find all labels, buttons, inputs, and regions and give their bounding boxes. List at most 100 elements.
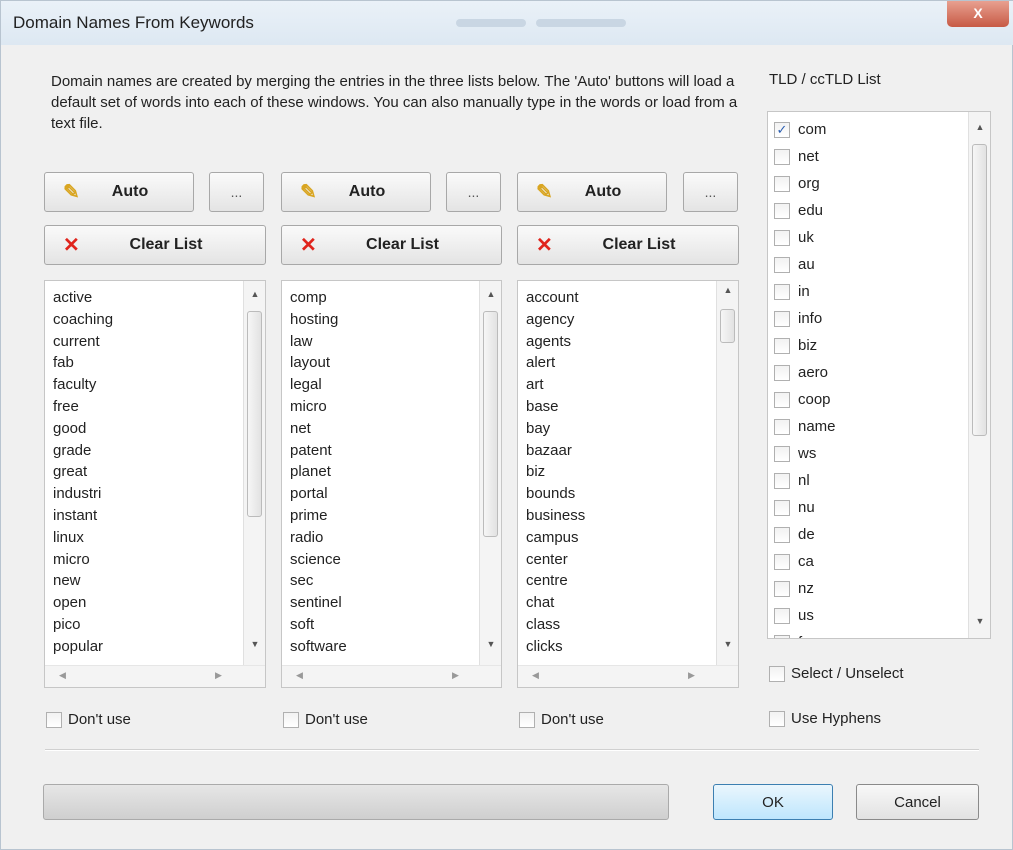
tld-item[interactable]: fr	[774, 629, 990, 638]
keyword-list-2[interactable]: comp hosting law layout legal micro net …	[281, 280, 502, 688]
tld-checkbox[interactable]	[774, 364, 790, 381]
checkbox-box[interactable]	[519, 711, 535, 728]
dont-use-checkbox-1[interactable]: Don't use	[46, 711, 131, 728]
tld-checkbox[interactable]	[774, 256, 790, 273]
list-item[interactable]: instant	[53, 505, 265, 527]
list-item[interactable]: bay	[526, 418, 738, 440]
list-item[interactable]: science	[290, 549, 501, 571]
scroll-left-arrow-icon[interactable]: ◀	[296, 670, 303, 681]
list-item[interactable]: account	[526, 287, 738, 309]
tld-checkbox[interactable]	[774, 337, 790, 354]
scrollbar-thumb[interactable]	[972, 144, 987, 436]
tld-item[interactable]: nz	[774, 575, 990, 602]
list-item[interactable]: open	[53, 592, 265, 614]
list-item[interactable]: faculty	[53, 374, 265, 396]
tld-item[interactable]: ws	[774, 440, 990, 467]
tld-checkbox[interactable]: ✓	[774, 121, 790, 138]
horizontal-scrollbar-2[interactable]: ◀ ▶	[282, 665, 501, 687]
tld-item[interactable]: edu	[774, 197, 990, 224]
dont-use-checkbox-2[interactable]: Don't use	[283, 711, 368, 728]
clear-list-button-2[interactable]: ✕ Clear List	[281, 225, 502, 265]
list-item[interactable]: software	[290, 636, 501, 658]
cancel-button[interactable]: Cancel	[856, 784, 979, 820]
list-item[interactable]: radio	[290, 527, 501, 549]
scroll-left-arrow-icon[interactable]: ◀	[59, 670, 66, 681]
tld-checkbox[interactable]	[774, 499, 790, 516]
scrollbar-thumb[interactable]	[247, 311, 262, 517]
scroll-up-arrow-icon[interactable]: ▲	[969, 122, 990, 132]
use-hyphens-checkbox[interactable]: Use Hyphens	[769, 710, 881, 727]
keyword-list-3[interactable]: account agency agents alert art base bay…	[517, 280, 739, 688]
auto-button-2[interactable]: ✎ Auto	[281, 172, 431, 212]
list-item[interactable]: alert	[526, 352, 738, 374]
tld-item[interactable]: aero	[774, 359, 990, 386]
tld-checkbox[interactable]	[774, 175, 790, 192]
tld-checkbox[interactable]	[774, 580, 790, 597]
vertical-scrollbar-2[interactable]: ▲ ▼	[479, 281, 501, 665]
list-item[interactable]: active	[53, 287, 265, 309]
list-item[interactable]: coaching	[53, 309, 265, 331]
list-item[interactable]: clicks	[526, 636, 738, 658]
scroll-right-arrow-icon[interactable]: ▶	[688, 670, 695, 681]
tld-item[interactable]: org	[774, 170, 990, 197]
list-item[interactable]: popular	[53, 636, 265, 658]
tld-checkbox[interactable]	[774, 310, 790, 327]
tld-item[interactable]: coop	[774, 386, 990, 413]
list-item[interactable]: prime	[290, 505, 501, 527]
list-item[interactable]: soft	[290, 614, 501, 636]
auto-button-3[interactable]: ✎ Auto	[517, 172, 667, 212]
list-item[interactable]: agents	[526, 331, 738, 353]
scroll-left-arrow-icon[interactable]: ◀	[532, 670, 539, 681]
scroll-up-arrow-icon[interactable]: ▲	[480, 289, 501, 299]
list-item[interactable]: legal	[290, 374, 501, 396]
list-item[interactable]: linux	[53, 527, 265, 549]
list-item[interactable]: agency	[526, 309, 738, 331]
list-item[interactable]: chat	[526, 592, 738, 614]
tld-list[interactable]: ✓ com net org edu uk au in info biz aero coop name ws…	[767, 111, 991, 639]
tld-item[interactable]: net	[774, 143, 990, 170]
list-item[interactable]: micro	[290, 396, 501, 418]
list-item[interactable]: portal	[290, 483, 501, 505]
tld-item[interactable]: nl	[774, 467, 990, 494]
scroll-up-arrow-icon[interactable]: ▲	[244, 289, 265, 299]
list-item[interactable]: industri	[53, 483, 265, 505]
horizontal-scrollbar-1[interactable]: ◀ ▶	[45, 665, 265, 687]
list-item[interactable]: centre	[526, 570, 738, 592]
ok-button[interactable]: OK	[713, 784, 833, 820]
list-item[interactable]: business	[526, 505, 738, 527]
close-button[interactable]: X	[947, 1, 1009, 27]
tld-vertical-scrollbar[interactable]: ▲ ▼	[968, 112, 990, 638]
tld-checkbox[interactable]	[774, 445, 790, 462]
tld-item[interactable]: ca	[774, 548, 990, 575]
tld-item[interactable]: info	[774, 305, 990, 332]
horizontal-scrollbar-3[interactable]: ◀ ▶	[518, 665, 738, 687]
vertical-scrollbar-3[interactable]: ▲ ▼	[716, 281, 738, 665]
keyword-list-1[interactable]: active coaching current fab faculty free…	[44, 280, 266, 688]
list-item[interactable]: layout	[290, 352, 501, 374]
tld-item[interactable]: ✓ com	[774, 116, 990, 143]
list-item[interactable]: base	[526, 396, 738, 418]
tld-item[interactable]: de	[774, 521, 990, 548]
tld-item[interactable]: au	[774, 251, 990, 278]
list-item[interactable]: law	[290, 331, 501, 353]
list-item[interactable]: grade	[53, 440, 265, 462]
list-item[interactable]: great	[53, 461, 265, 483]
load-file-button-1[interactable]: ...	[209, 172, 264, 212]
list-item[interactable]: planet	[290, 461, 501, 483]
tld-item[interactable]: biz	[774, 332, 990, 359]
list-item[interactable]: hosting	[290, 309, 501, 331]
load-file-button-2[interactable]: ...	[446, 172, 501, 212]
tld-checkbox[interactable]	[774, 634, 790, 638]
scroll-down-arrow-icon[interactable]: ▼	[717, 639, 738, 649]
checkbox-box[interactable]	[769, 710, 785, 727]
checkbox-box[interactable]	[46, 711, 62, 728]
list-item[interactable]: class	[526, 614, 738, 636]
tld-checkbox[interactable]	[774, 553, 790, 570]
select-unselect-checkbox[interactable]: Select / Unselect	[769, 665, 904, 682]
tld-item[interactable]: nu	[774, 494, 990, 521]
checkbox-box[interactable]	[283, 711, 299, 728]
tld-checkbox[interactable]	[774, 229, 790, 246]
tld-checkbox[interactable]	[774, 418, 790, 435]
scroll-down-arrow-icon[interactable]: ▼	[480, 639, 501, 649]
list-item[interactable]: comp	[290, 287, 501, 309]
